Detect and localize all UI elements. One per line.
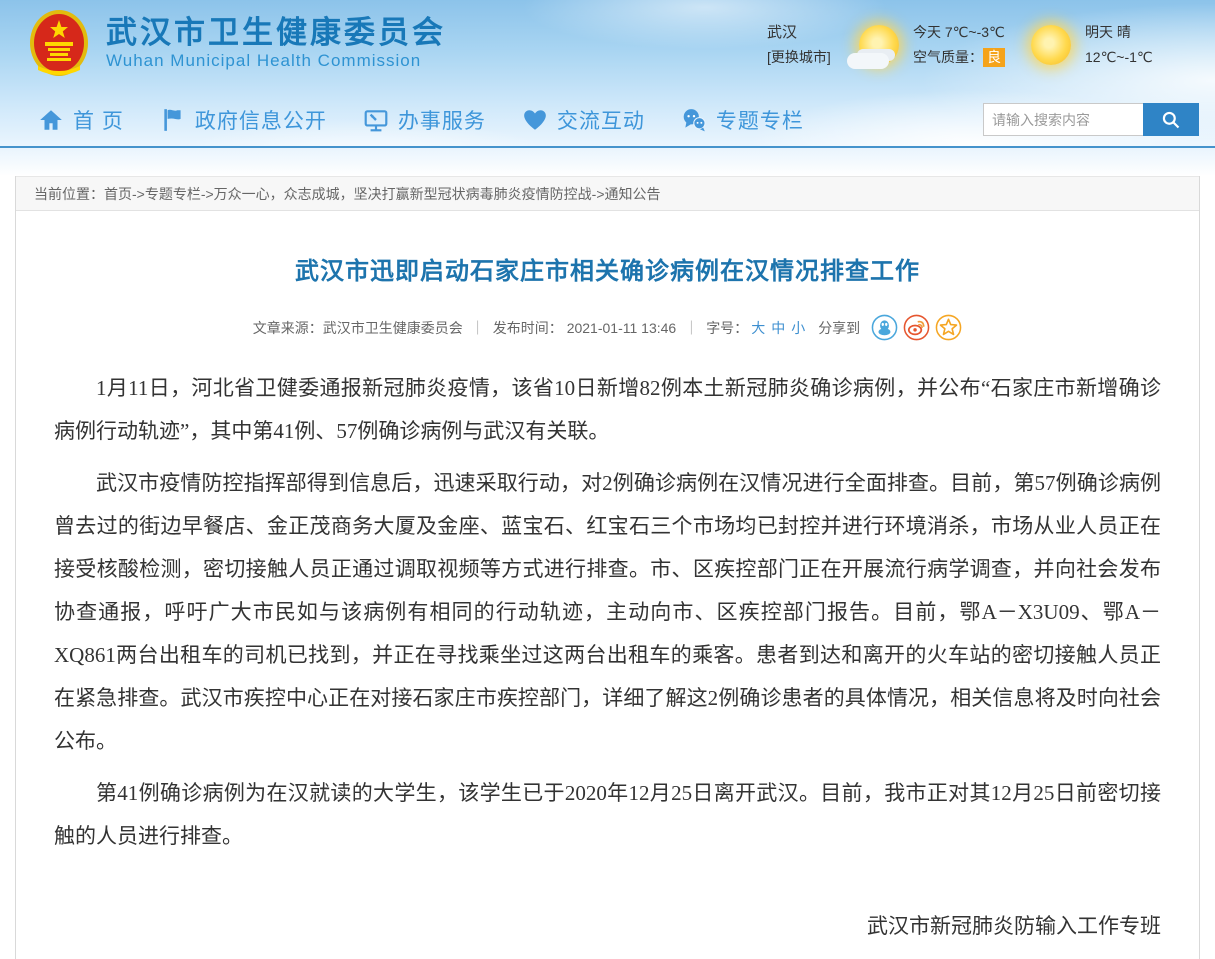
fontsize-medium-button[interactable]: 中 [771,318,785,338]
nav-item-label: 政府信息公开 [195,105,327,135]
fontsize-label: 字号： [706,318,748,338]
weather-tomorrow-temp: 12℃~-1℃ [1085,45,1153,70]
breadcrumb-label: 当前位置： [34,184,104,204]
change-city-link[interactable]: [更换城市] [767,45,859,69]
source-label: 文章来源： [253,318,323,338]
monitor-icon [363,107,389,133]
nav-item-interaction[interactable]: 交流互动 [522,105,645,135]
weather-today-temp: 今天 7℃~-3℃ [913,20,1005,45]
article-meta: 文章来源： 武汉市卫生健康委员会 ｜ 发布时间： 2021-01-11 13:4… [54,314,1161,341]
nav-item-label: 首 页 [73,105,124,135]
content-container: 当前位置： 首页->专题专栏->万众一心，众志成城，坚决打赢新型冠状病毒肺炎疫情… [15,176,1200,959]
nav-item-label: 交流互动 [557,105,645,135]
national-emblem-logo [28,8,90,78]
share-weibo-icon[interactable] [903,314,930,341]
search-input[interactable] [983,103,1143,136]
flag-icon [160,107,186,133]
article-paragraph: 武汉市疫情防控指挥部得到信息后，迅速采取行动，对2例确诊病例在汉情况进行全面排查… [54,462,1161,763]
publish-time-value: 2021-01-11 13:46 [567,320,677,336]
article: 武汉市迅即启动石家庄市相关确诊病例在汉情况排查工作 文章来源： 武汉市卫生健康委… [16,251,1199,959]
chat-bubbles-icon [681,107,707,133]
home-icon [38,107,64,133]
site-header: 武汉市卫生健康委员会 Wuhan Municipal Health Commis… [0,0,1215,148]
article-title: 武汉市迅即启动石家庄市相关确诊病例在汉情况排查工作 [54,251,1161,286]
meta-separator: ｜ [684,318,698,338]
search-icon [1161,110,1181,130]
share-qzone-icon[interactable] [935,314,962,341]
weather-city: 武汉 [767,21,859,45]
search-button[interactable] [1143,103,1199,136]
nav-item-label: 专题专栏 [716,105,804,135]
air-quality-label: 空气质量： [913,49,983,65]
fontsize-small-button[interactable]: 小 [791,318,805,338]
article-body: 1月11日，河北省卫健委通报新冠肺炎疫情，该省10日新增82例本土新冠肺炎确诊病… [54,367,1161,858]
site-brand[interactable]: 武汉市卫生健康委员会 Wuhan Municipal Health Commis… [28,8,446,78]
site-subtitle: Wuhan Municipal Health Commission [106,51,446,71]
weather-tomorrow-label: 明天 晴 [1085,20,1153,45]
publish-time-label: 发布时间： [493,318,563,338]
share-qq-icon[interactable] [871,314,898,341]
breadcrumb-path[interactable]: 首页->专题专栏->万众一心，众志成城，坚决打赢新型冠状病毒肺炎疫情防控战->通… [104,184,661,204]
search-box [983,103,1199,136]
nav-item-gov-info[interactable]: 政府信息公开 [160,105,327,135]
air-quality-badge: 良 [983,48,1005,67]
article-paragraph: 第41例确诊病例为在汉就读的大学生，该学生已于2020年12月25日离开武汉。目… [54,772,1161,858]
nav-item-label: 办事服务 [398,105,486,135]
article-paragraph: 1月11日，河北省卫健委通报新冠肺炎疫情，该省10日新增82例本土新冠肺炎确诊病… [54,367,1161,453]
heart-icon [522,107,548,133]
signature-block: 武汉市新冠肺炎防输入工作专班 2021年1月11日 [54,910,1161,959]
share-label: 分享到 [818,318,860,338]
site-title: 武汉市卫生健康委员会 [106,15,446,51]
breadcrumb: 当前位置： 首页->专题专栏->万众一心，众志成城，坚决打赢新型冠状病毒肺炎疫情… [16,176,1199,211]
nav-item-topics[interactable]: 专题专栏 [681,105,804,135]
nav-item-home[interactable]: 首 页 [38,105,124,135]
sun-icon [1031,25,1071,65]
fontsize-large-button[interactable]: 大 [751,318,765,338]
nav-item-services[interactable]: 办事服务 [363,105,486,135]
article-signature: 武汉市新冠肺炎防输入工作专班 [54,910,1161,940]
source-value: 武汉市卫生健康委员会 [323,318,463,338]
sun-cloud-icon [859,25,899,65]
meta-separator: ｜ [471,318,485,338]
weather-widget: 武汉 [更换城市] 今天 7℃~-3℃ 空气质量：良 明天 晴 12℃~-1℃ [767,14,1197,76]
header-gap [0,148,1215,176]
